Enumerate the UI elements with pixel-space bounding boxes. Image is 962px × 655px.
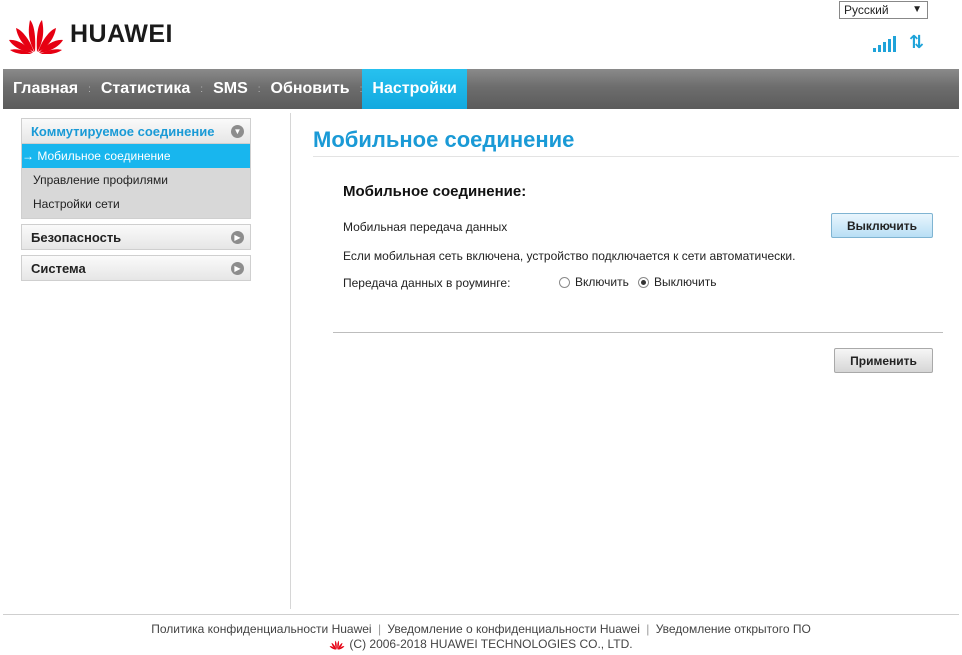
signal-strength-icon <box>873 36 896 52</box>
sidebar-submenu: → Мобильное соединение Управление профил… <box>21 144 251 219</box>
nav-update[interactable]: Обновить <box>261 69 360 109</box>
huawei-small-logo-icon <box>329 640 345 650</box>
sidebar-item-mobile-connection[interactable]: → Мобильное соединение <box>22 144 250 168</box>
sidebar-group-system[interactable]: Система ▶ <box>21 255 251 281</box>
privacy-policy-link[interactable]: Политика конфиденциальности Huawei <box>151 622 371 636</box>
sidebar-group-dialup[interactable]: Коммутируемое соединение ▼ <box>21 118 251 144</box>
nav-settings[interactable]: Настройки <box>362 69 467 109</box>
privacy-notice-link[interactable]: Уведомление о конфиденциальности Huawei <box>387 622 639 636</box>
sidebar-group-label: Система <box>31 260 86 276</box>
sidebar: Коммутируемое соединение ▼ → Мобильное с… <box>21 118 251 286</box>
chevron-right-circle-icon: ▶ <box>231 230 244 244</box>
main-nav: Главная : Статистика : SMS : Обновить : … <box>3 69 959 109</box>
roaming-on-radio[interactable] <box>559 276 570 288</box>
page-title: Мобильное соединение <box>313 127 575 152</box>
sidebar-divider <box>290 113 291 609</box>
huawei-flower-icon <box>9 20 63 54</box>
section-title: Мобильное соединение: <box>343 183 527 200</box>
roaming-off-radio[interactable] <box>638 276 649 288</box>
sidebar-item-profile-management[interactable]: Управление профилями <box>22 168 250 192</box>
dropdown-arrow-icon: ▼ <box>912 4 922 15</box>
language-select[interactable]: Русский ▼ <box>839 1 928 19</box>
mobile-data-label: Мобильная передача данных <box>343 220 508 234</box>
sidebar-group-label: Безопасность <box>31 229 122 245</box>
data-transfer-icon: ⇅ <box>909 32 925 52</box>
roaming-label: Передача данных в роуминге: <box>343 276 511 290</box>
apply-button[interactable]: Применить <box>834 348 933 373</box>
chevron-right-circle-icon: ▶ <box>231 261 244 275</box>
nav-home[interactable]: Главная <box>3 69 88 109</box>
footer-links: Политика конфиденциальности Huawei | Уве… <box>0 622 962 636</box>
sidebar-group-security[interactable]: Безопасность ▶ <box>21 224 251 250</box>
copyright-text: (C) 2006-2018 HUAWEI TECHNOLOGIES CO., L… <box>349 637 633 651</box>
open-source-notice-link[interactable]: Уведомление открытого ПО <box>656 622 811 636</box>
footer-separator: | <box>646 622 650 636</box>
footer-divider <box>3 614 959 615</box>
chevron-down-circle-icon: ▼ <box>231 124 244 138</box>
nav-statistics[interactable]: Статистика <box>91 69 200 109</box>
sidebar-group-label: Коммутируемое соединение <box>31 123 215 139</box>
copyright: (C) 2006-2018 HUAWEI TECHNOLOGIES CO., L… <box>0 637 962 651</box>
nav-sms[interactable]: SMS <box>203 69 258 109</box>
mobile-data-toggle-button[interactable]: Выключить <box>831 213 933 238</box>
sidebar-item-network-settings[interactable]: Настройки сети <box>22 192 250 216</box>
title-divider <box>313 156 959 157</box>
roaming-on-option[interactable]: Включить <box>559 275 629 289</box>
roaming-off-label: Выключить <box>654 275 717 289</box>
roaming-off-option[interactable]: Выключить <box>638 275 716 289</box>
language-value: Русский <box>844 3 889 17</box>
brand-name: HUAWEI <box>70 19 173 48</box>
huawei-logo: HUAWEI <box>8 12 173 56</box>
content-divider <box>333 332 943 333</box>
roaming-on-label: Включить <box>575 275 629 289</box>
auto-connect-note: Если мобильная сеть включена, устройство… <box>343 249 796 263</box>
footer-separator: | <box>377 622 382 636</box>
